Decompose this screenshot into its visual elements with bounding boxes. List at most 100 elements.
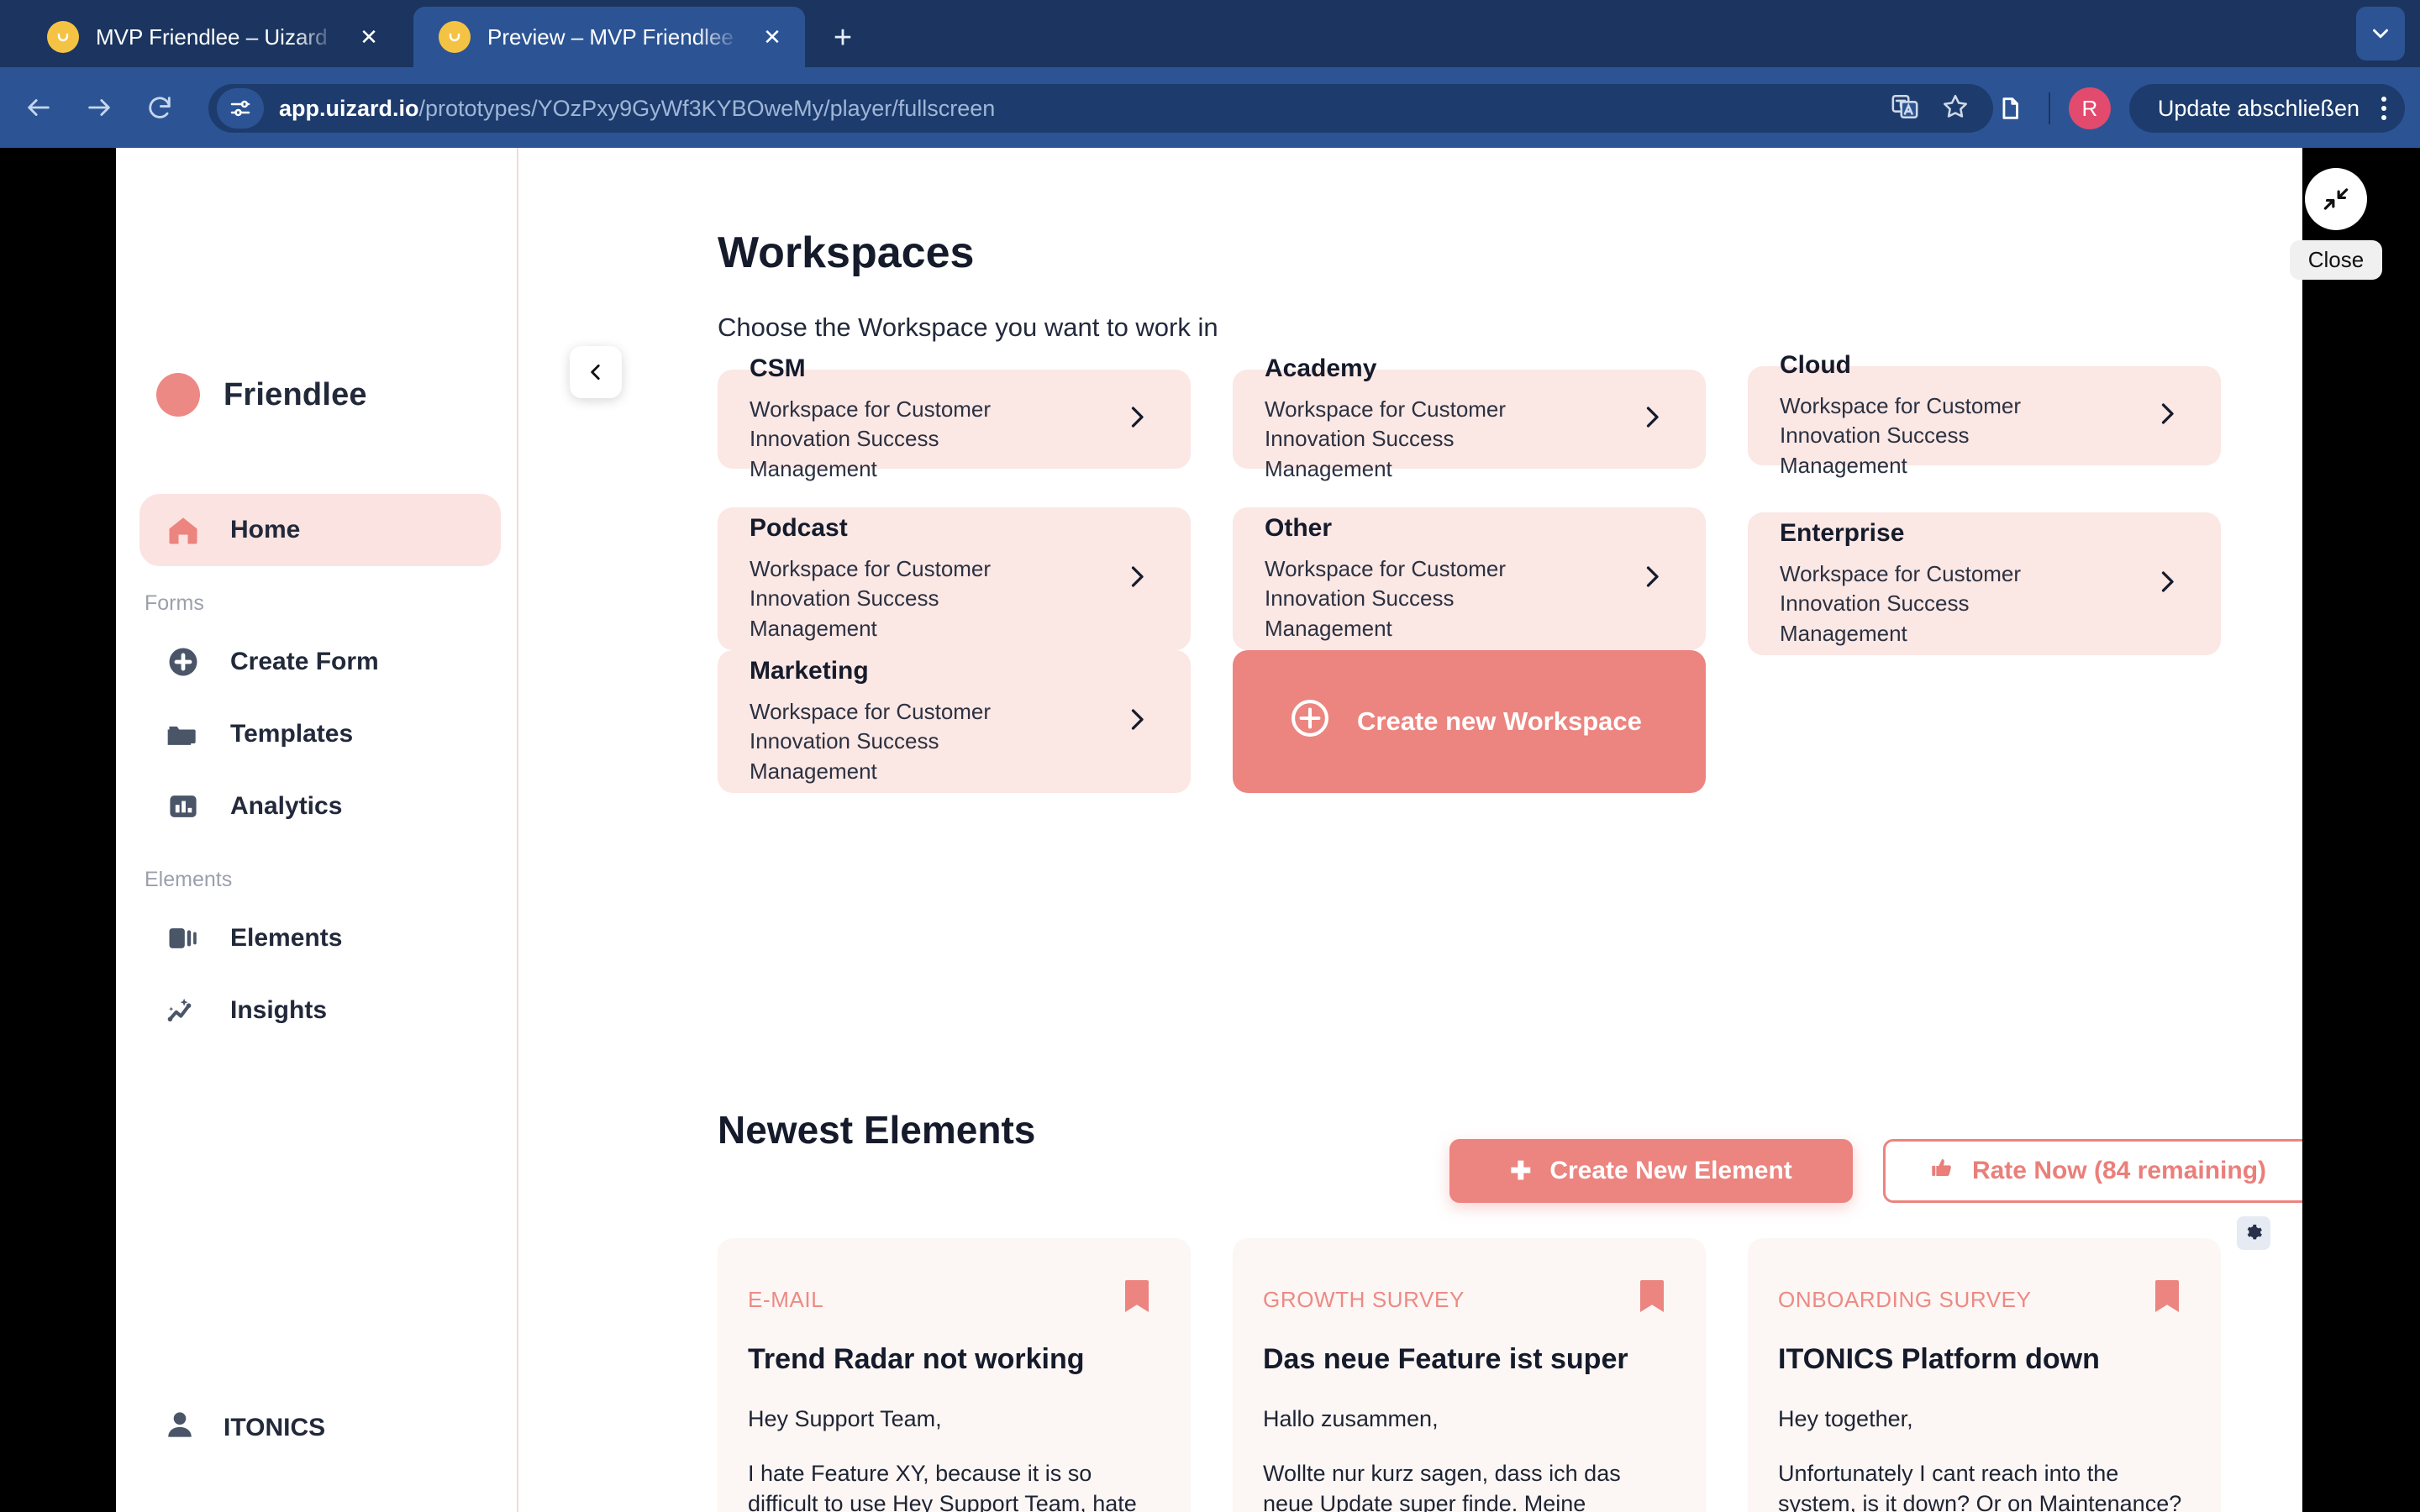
element-greeting: Hey Support Team, — [748, 1406, 942, 1431]
extensions-icon[interactable] — [1990, 88, 2030, 129]
chevron-right-icon — [2152, 567, 2182, 601]
thumbs-up-icon — [1928, 1154, 1955, 1188]
person-icon — [161, 1406, 198, 1450]
url-text: app.uizard.io/prototypes/YOzPxy9GyWf3KYB… — [279, 96, 1876, 122]
uizard-smile-icon — [439, 21, 471, 53]
sidebar-item-label: Create Form — [230, 648, 379, 675]
collapse-arrows-icon[interactable] — [2305, 168, 2367, 230]
plus-circle-icon — [1288, 696, 1332, 747]
brand: Friendlee — [156, 373, 367, 417]
address-bar[interactable]: app.uizard.io/prototypes/YOzPxy9GyWf3KYB… — [208, 84, 1993, 133]
workspace-card-marketing[interactable]: Marketing Workspace for Customer Innovat… — [718, 650, 1191, 793]
create-new-element-button[interactable]: ✚ Create New Element — [1449, 1139, 1853, 1203]
element-title: Das neue Feature ist super — [1263, 1343, 1628, 1375]
workspace-name: Academy — [1265, 354, 1377, 382]
workspace-card-other[interactable]: Other Workspace for Customer Innovation … — [1233, 507, 1706, 650]
browser-tab-2[interactable]: Preview – MVP Friendlee – Uizard ✕ — [413, 7, 805, 67]
sidebar-item-insights[interactable]: Insights — [139, 974, 501, 1047]
fullscreen-close-control[interactable]: Close — [2287, 168, 2385, 280]
fullscreen-close-label: Close — [2289, 240, 2383, 280]
workspace-slot: Academy Workspace for Customer Innovatio… — [1233, 354, 1706, 501]
workspace-name: Other — [1265, 513, 1333, 542]
update-button[interactable]: Update abschließen — [2128, 84, 2405, 133]
workspace-name: CSM — [750, 354, 806, 382]
chevron-right-icon — [1637, 562, 1667, 596]
chevron-right-icon — [1637, 402, 1667, 437]
folders-icon — [161, 712, 205, 756]
sidebar-item-create-form[interactable]: Create Form — [139, 626, 501, 698]
workspace-name: Marketing — [750, 656, 869, 685]
tab-title: MVP Friendlee – Uizard — [96, 24, 328, 50]
forward-icon[interactable] — [76, 84, 123, 131]
avatar[interactable]: R — [2068, 87, 2111, 129]
plus-circle-icon — [161, 640, 205, 684]
element-card[interactable]: GROWTH SURVEY Das neue Feature ist super… — [1233, 1238, 1706, 1512]
sidebar-group-forms: Forms — [145, 591, 204, 615]
sidebar-item-label: Analytics — [230, 792, 343, 820]
page-title: Workspaces — [718, 228, 975, 277]
element-title: ITONICS Platform down — [1778, 1343, 2100, 1375]
sidebar-item-label: Templates — [230, 720, 354, 748]
url-path: /prototypes/YOzPxy9GyWf3KYBOweMy/player/… — [418, 95, 996, 121]
browser-menu-icon[interactable] — [2381, 97, 2386, 120]
workspace-slot: Create new Workspace — [1233, 632, 1706, 793]
page-subtitle: Choose the Workspace you want to work in — [718, 312, 1218, 342]
workspace-card-podcast[interactable]: Podcast Workspace for Customer Innovatio… — [718, 507, 1191, 650]
browser-toolbar: app.uizard.io/prototypes/YOzPxy9GyWf3KYB… — [0, 67, 2420, 148]
workspace-slot: CSM Workspace for Customer Innovation Su… — [718, 354, 1191, 501]
bookmark-icon[interactable] — [1639, 1278, 1665, 1318]
workspace-slot: Cloud Workspace for Customer Innovation … — [1748, 351, 2221, 501]
element-card[interactable]: ONBOARDING SURVEY ITONICS Platform down … — [1748, 1238, 2221, 1512]
workspace-description: Workspace for Customer Innovation Succes… — [750, 396, 992, 481]
create-workspace-label: Create new Workspace — [1357, 706, 1642, 736]
workspace-description: Workspace for Customer Innovation Succes… — [1780, 560, 2022, 646]
close-icon[interactable]: ✕ — [355, 23, 383, 51]
update-button-label: Update abschließen — [2157, 95, 2360, 121]
element-greeting: Hallo zusammen, — [1263, 1406, 1439, 1431]
browser-tab-1[interactable]: MVP Friendlee – Uizard ✕ — [22, 7, 402, 67]
chevron-right-icon — [1122, 562, 1152, 596]
bookmark-icon[interactable] — [1123, 1278, 1150, 1318]
workspace-name: Enterprise — [1780, 518, 1905, 547]
workspace-name: Cloud — [1780, 350, 1851, 379]
url-domain: app.uizard.io — [279, 95, 419, 121]
reload-icon[interactable] — [136, 84, 183, 131]
sidebar-group-elements: Elements — [145, 868, 233, 891]
element-body: I hate Feature XY, because it is so diff… — [748, 1461, 1137, 1512]
create-new-element-label: Create New Element — [1549, 1157, 1792, 1184]
rate-now-label: Rate Now (84 remaining) — [1971, 1157, 2267, 1184]
omnibox-actions — [1891, 92, 1981, 125]
sidebar-user[interactable]: ITONICS — [161, 1406, 325, 1450]
new-tab-button[interactable]: + — [823, 18, 862, 57]
sidebar: Friendlee Home Forms Create Form Templat… — [116, 148, 518, 1512]
sidebar-item-home[interactable]: Home — [139, 494, 501, 566]
sidebar-item-elements[interactable]: Elements — [139, 902, 501, 974]
main-content: Workspaces Choose the Workspace you want… — [518, 148, 2302, 1512]
workspace-card-csm[interactable]: CSM Workspace for Customer Innovation Su… — [718, 354, 1191, 481]
workspace-card-enterprise[interactable]: Enterprise Workspace for Customer Innova… — [1748, 512, 2221, 655]
chevron-down-icon[interactable] — [2356, 7, 2405, 60]
translate-icon[interactable] — [1891, 92, 1919, 125]
bar-chart-icon — [161, 785, 205, 828]
chevron-right-icon — [1122, 402, 1152, 437]
sidebar-item-label: Elements — [230, 924, 343, 952]
settings-gear-icon[interactable] — [2237, 1216, 2270, 1250]
workspace-description: Workspace for Customer Innovation Succes… — [750, 698, 992, 784]
bookmark-star-icon[interactable] — [1941, 92, 1970, 125]
sidebar-item-analytics[interactable]: Analytics — [139, 770, 501, 843]
workspace-card-cloud[interactable]: Cloud Workspace for Customer Innovation … — [1748, 351, 2221, 478]
sparkle-line-icon — [161, 989, 205, 1032]
rate-now-button[interactable]: Rate Now (84 remaining) — [1883, 1139, 2302, 1203]
element-card[interactable]: E-MAIL Trend Radar not working Hey Suppo… — [718, 1238, 1191, 1512]
tab-strip: MVP Friendlee – Uizard ✕ Preview – MVP F… — [0, 0, 2420, 67]
sidebar-nav: Home Forms Create Form Templates Analyti… — [139, 494, 501, 1047]
site-settings-icon[interactable] — [217, 88, 264, 129]
workspace-card-academy[interactable]: Academy Workspace for Customer Innovatio… — [1233, 354, 1706, 481]
create-workspace-button[interactable]: Create new Workspace — [1233, 650, 1706, 793]
bookmark-icon[interactable] — [2154, 1278, 2181, 1318]
back-icon[interactable] — [15, 84, 62, 131]
tab-title: Preview – MVP Friendlee – Uizard — [487, 24, 741, 50]
close-icon[interactable]: ✕ — [758, 23, 786, 51]
sidebar-item-templates[interactable]: Templates — [139, 698, 501, 770]
workspace-grid: CSM Workspace for Customer Innovation Su… — [718, 351, 2221, 793]
